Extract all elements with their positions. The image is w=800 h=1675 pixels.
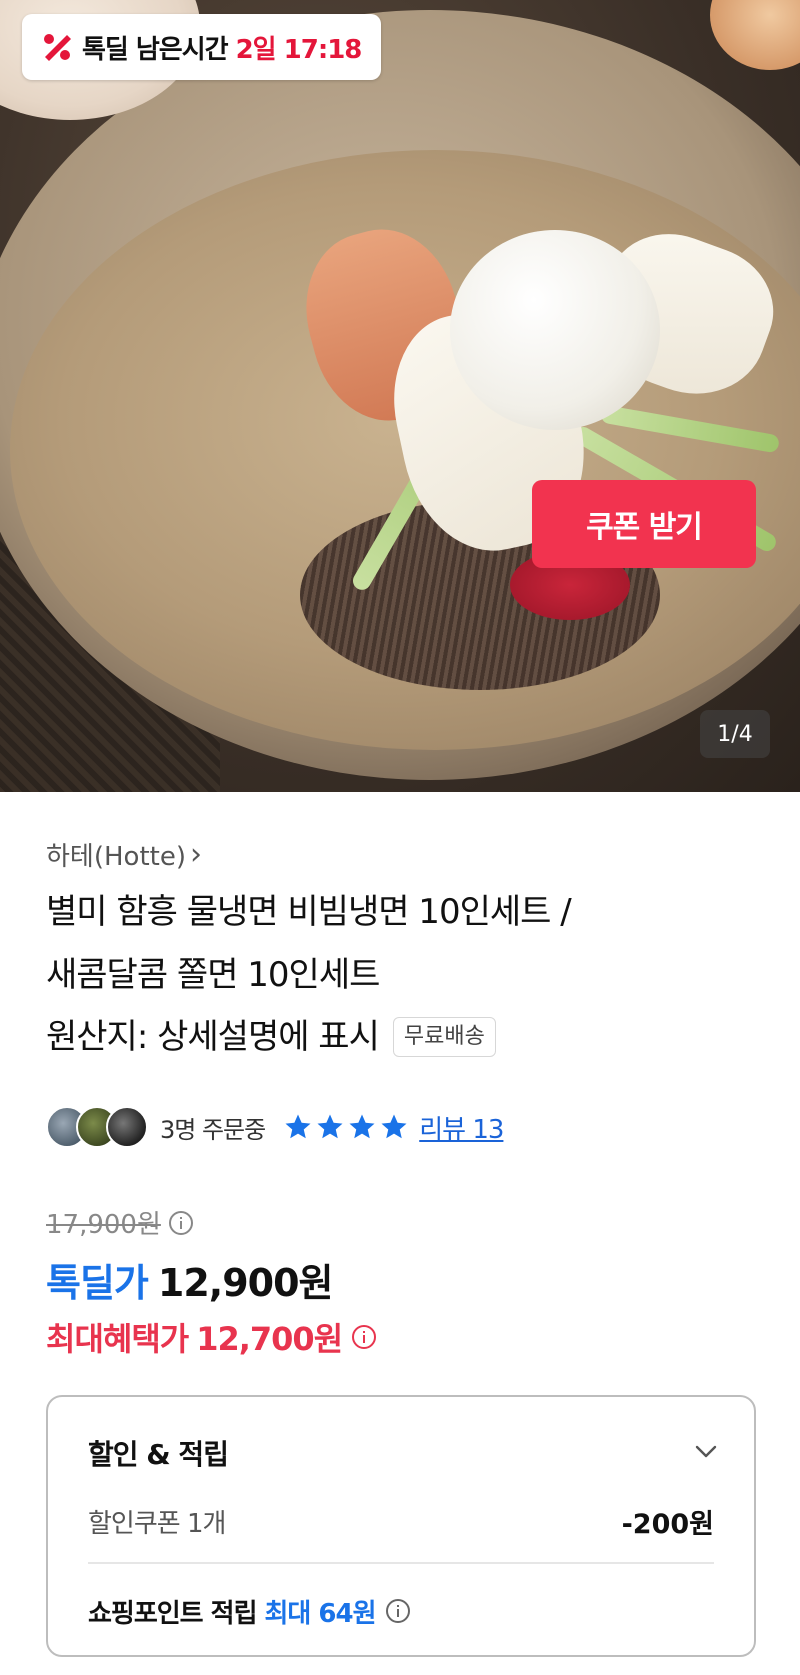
discount-percent-icon: [44, 34, 71, 61]
info-icon[interactable]: [384, 1597, 412, 1625]
deal-timer-label: 톡딜 남은시간: [82, 34, 229, 65]
seller-name: 하테(Hotte): [46, 842, 186, 872]
info-icon[interactable]: [167, 1209, 195, 1237]
discount-coupon-row: 할인쿠폰 1개 -200원: [88, 1497, 714, 1545]
shopping-points-label: 쇼핑포인트 적립: [88, 1598, 257, 1629]
star-icon: [317, 1114, 343, 1139]
original-price: 17,900원: [46, 1204, 195, 1241]
avatar: [106, 1106, 148, 1148]
buyers-count: 3명 주문중: [160, 1115, 266, 1144]
image-counter: 1/4: [700, 710, 770, 758]
benefits-title: 할인 & 적립: [88, 1438, 229, 1471]
product-image[interactable]: 톡딜 남은시간 2일 17:18 1/4: [0, 0, 800, 792]
info-icon[interactable]: [350, 1323, 378, 1351]
get-coupon-button[interactable]: 쿠폰 받기: [532, 480, 756, 568]
chevron-right-icon: ›: [189, 837, 202, 872]
deal-price: 12,900원: [157, 1261, 334, 1305]
review-link[interactable]: 리뷰 13: [419, 1109, 504, 1146]
buyers-row: 3명 주문중 리뷰 13: [46, 1105, 504, 1149]
seller-link[interactable]: 하테(Hotte) ›: [46, 836, 202, 873]
rating-stars: [283, 1112, 409, 1142]
shopping-points-value: 최대 64원: [264, 1598, 377, 1629]
divider: [88, 1562, 714, 1564]
discount-coupon-label: 할인쿠폰 1개: [88, 1508, 226, 1539]
shopping-points-row: 쇼핑포인트 적립 최대 64원: [88, 1587, 412, 1635]
deal-price-row: 톡딜가 12,900원: [46, 1252, 333, 1307]
deal-timer-value: 2일 17:18: [235, 34, 363, 65]
product-title-line-2: 새콤달콤 쫄면 10인세트: [46, 955, 380, 995]
best-price: 12,700원: [196, 1320, 343, 1358]
original-price-amount: 17,900원: [46, 1210, 161, 1240]
star-icon: [381, 1114, 407, 1139]
best-price-row: 최대혜택가 12,700원: [46, 1314, 378, 1360]
product-title-line-1: 별미 함흥 물냉면 비빔냉면 10인세트 /: [46, 892, 572, 932]
boiled-egg: [450, 230, 660, 430]
star-icon: [349, 1114, 375, 1139]
free-shipping-badge: 무료배송: [392, 1017, 496, 1057]
side-dish-right: [710, 0, 800, 70]
star-icon: [285, 1114, 311, 1139]
origin-text: 원산지: 상세설명에 표시: [46, 1017, 380, 1057]
chevron-down-icon[interactable]: [692, 1437, 720, 1465]
deal-timer: 톡딜 남은시간 2일 17:18: [22, 14, 382, 80]
product-title-line-3: 원산지: 상세설명에 표시 무료배송: [46, 1017, 496, 1057]
best-price-label: 최대혜택가: [46, 1320, 189, 1358]
deal-price-label: 톡딜가: [46, 1261, 149, 1305]
benefits-card[interactable]: 할인 & 적립 할인쿠폰 1개 -200원 쇼핑포인트 적립 최대 64원: [46, 1395, 756, 1657]
discount-coupon-amount: -200원: [621, 1508, 714, 1540]
